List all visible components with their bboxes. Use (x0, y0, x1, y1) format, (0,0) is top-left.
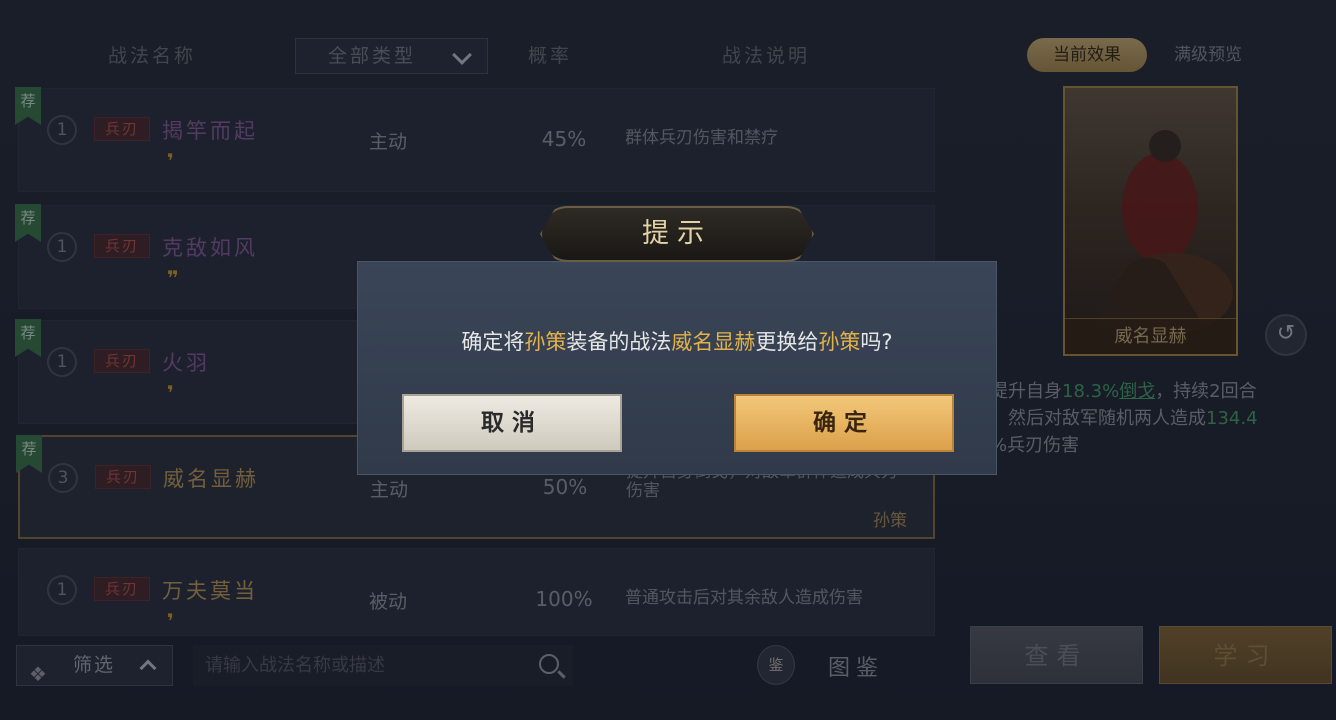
dialog-message: 确定将孙策装备的战法威名显赫更换给孙策吗? (358, 326, 996, 356)
msg-highlight: 孙策 (818, 330, 861, 354)
skill-screen: 战法名称 全部类型 概率 战法说明 荐 1 兵刃 揭竿而起 ❜ 主动 45% 群… (0, 0, 1336, 720)
dialog-title: 提示 (642, 218, 712, 249)
msg-part: 吗? (860, 330, 893, 354)
msg-highlight: 威名显赫 (671, 330, 756, 354)
msg-part: 确定将 (461, 330, 525, 354)
confirm-button[interactable]: 确定 (734, 394, 954, 452)
msg-highlight: 孙策 (524, 330, 567, 354)
cancel-button[interactable]: 取消 (402, 394, 622, 452)
confirm-dialog: 确定将孙策装备的战法威名显赫更换给孙策吗? 取消 确定 (357, 261, 997, 475)
msg-part: 更换给 (755, 330, 819, 354)
msg-part: 装备的战法 (566, 330, 672, 354)
